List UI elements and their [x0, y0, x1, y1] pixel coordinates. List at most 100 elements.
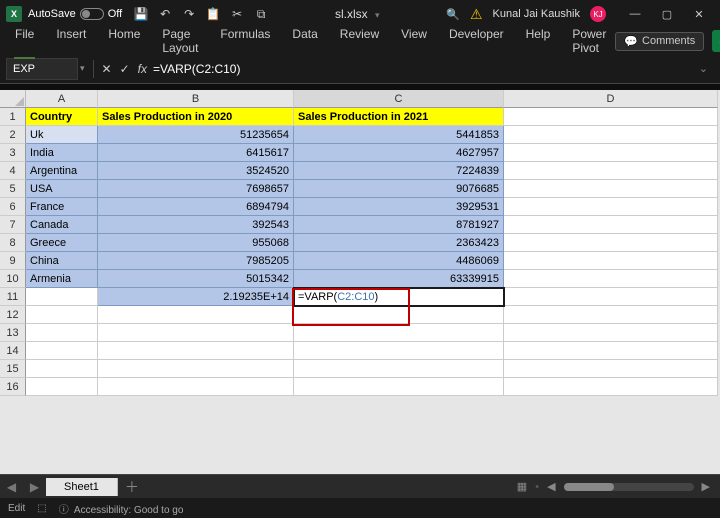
cell-d7[interactable]: [504, 216, 718, 234]
filename-label[interactable]: sl.xlsx: [335, 7, 368, 21]
cell-b9[interactable]: 7985205: [98, 252, 294, 270]
cell-d3[interactable]: [504, 144, 718, 162]
cell-a9[interactable]: China: [26, 252, 98, 270]
row-header[interactable]: 15: [0, 360, 26, 378]
cell[interactable]: [504, 378, 718, 396]
tab-formulas[interactable]: Formulas: [211, 23, 279, 59]
cell-b3[interactable]: 6415617: [98, 144, 294, 162]
new-sheet-button[interactable]: ＋: [118, 477, 146, 497]
row-header[interactable]: 2: [0, 126, 26, 144]
cell-a5[interactable]: USA: [26, 180, 98, 198]
cell-b10[interactable]: 5015342: [98, 270, 294, 288]
cell-d9[interactable]: [504, 252, 718, 270]
cell-c2[interactable]: 5441853: [294, 126, 504, 144]
name-box[interactable]: EXP: [6, 58, 78, 80]
cell-d11[interactable]: [504, 288, 718, 306]
cell[interactable]: [26, 324, 98, 342]
cell-b1[interactable]: Sales Production in 2020: [98, 108, 294, 126]
row-header[interactable]: 8: [0, 234, 26, 252]
cell[interactable]: [294, 306, 504, 324]
view-normal-icon[interactable]: ▦: [517, 480, 527, 493]
cell-b7[interactable]: 392543: [98, 216, 294, 234]
copy-icon[interactable]: ⧉: [254, 7, 268, 21]
tab-home[interactable]: Home: [99, 23, 149, 59]
cell-b6[interactable]: 6894794: [98, 198, 294, 216]
chevron-down-icon[interactable]: ▾: [375, 10, 380, 20]
chevron-down-icon[interactable]: ⌄: [693, 62, 714, 75]
cell[interactable]: [504, 306, 718, 324]
user-name[interactable]: Kunal Jai Kaushik: [493, 8, 580, 20]
cell[interactable]: [294, 378, 504, 396]
row-header[interactable]: 4: [0, 162, 26, 180]
row-header[interactable]: 10: [0, 270, 26, 288]
cell-a3[interactable]: India: [26, 144, 98, 162]
cell-c10[interactable]: 63339915: [294, 270, 504, 288]
cell-d2[interactable]: [504, 126, 718, 144]
cancel-entry-icon[interactable]: ✕: [102, 62, 112, 76]
tab-developer[interactable]: Developer: [440, 23, 513, 59]
autosave-toggle[interactable]: AutoSave Off: [28, 8, 122, 20]
cell[interactable]: [26, 342, 98, 360]
cell[interactable]: [294, 360, 504, 378]
row-header[interactable]: 7: [0, 216, 26, 234]
macro-icon[interactable]: ⬚: [37, 503, 46, 514]
search-icon[interactable]: 🔍: [446, 8, 460, 21]
row-header[interactable]: 6: [0, 198, 26, 216]
horizontal-scrollbar[interactable]: [564, 483, 694, 491]
cell-a8[interactable]: Greece: [26, 234, 98, 252]
sheet-area[interactable]: A B C D 1 Country Sales Production in 20…: [0, 90, 720, 474]
cell[interactable]: [26, 306, 98, 324]
prev-sheet-icon[interactable]: ◀: [7, 480, 16, 494]
scroll-right-icon[interactable]: ▶: [702, 480, 710, 493]
tab-page-layout[interactable]: Page Layout: [153, 23, 207, 59]
cut-icon[interactable]: ✂: [230, 7, 244, 21]
row-header[interactable]: 1: [0, 108, 26, 126]
comments-button[interactable]: 💬 Comments: [615, 32, 704, 51]
cell[interactable]: [504, 342, 718, 360]
cell[interactable]: [98, 378, 294, 396]
row-header[interactable]: 13: [0, 324, 26, 342]
cell[interactable]: [98, 306, 294, 324]
cell[interactable]: [294, 324, 504, 342]
row-header[interactable]: 3: [0, 144, 26, 162]
formula-input[interactable]: [147, 62, 693, 76]
cell-d10[interactable]: [504, 270, 718, 288]
tab-help[interactable]: Help: [517, 23, 560, 59]
undo-icon[interactable]: ↶: [158, 7, 172, 21]
row-header[interactable]: 11: [0, 288, 26, 306]
cell-d4[interactable]: [504, 162, 718, 180]
cell-a4[interactable]: Argentina: [26, 162, 98, 180]
save-icon[interactable]: 💾: [134, 7, 148, 21]
row-header[interactable]: 14: [0, 342, 26, 360]
cell-b11[interactable]: 2.19235E+14: [98, 288, 294, 306]
cell-c5[interactable]: 9076685: [294, 180, 504, 198]
cell[interactable]: [26, 378, 98, 396]
cell-a6[interactable]: France: [26, 198, 98, 216]
col-header-a[interactable]: A: [26, 90, 98, 108]
col-header-b[interactable]: B: [98, 90, 294, 108]
cell-a1[interactable]: Country: [26, 108, 98, 126]
select-all-corner[interactable]: [0, 90, 26, 108]
cell-b8[interactable]: 955068: [98, 234, 294, 252]
cell-c3[interactable]: 4627957: [294, 144, 504, 162]
tab-review[interactable]: Review: [331, 23, 388, 59]
cell[interactable]: [504, 360, 718, 378]
cell-d5[interactable]: [504, 180, 718, 198]
cell-c8[interactable]: 2363423: [294, 234, 504, 252]
cell-d6[interactable]: [504, 198, 718, 216]
cell[interactable]: [98, 342, 294, 360]
maximize-button[interactable]: ▢: [652, 2, 682, 26]
accessibility-status[interactable]: ⓘ Accessibility: Good to go: [59, 501, 184, 516]
row-header[interactable]: 9: [0, 252, 26, 270]
cell-b4[interactable]: 3524520: [98, 162, 294, 180]
enter-entry-icon[interactable]: ✓: [120, 62, 130, 76]
cell-a11[interactable]: [26, 288, 98, 306]
cell-b5[interactable]: 7698657: [98, 180, 294, 198]
row-header[interactable]: 12: [0, 306, 26, 324]
close-button[interactable]: ✕: [684, 2, 714, 26]
share-button[interactable]: ➦: [712, 30, 720, 52]
tab-data[interactable]: Data: [283, 23, 326, 59]
tab-insert[interactable]: Insert: [47, 23, 95, 59]
cell[interactable]: [294, 342, 504, 360]
tab-view[interactable]: View: [392, 23, 436, 59]
